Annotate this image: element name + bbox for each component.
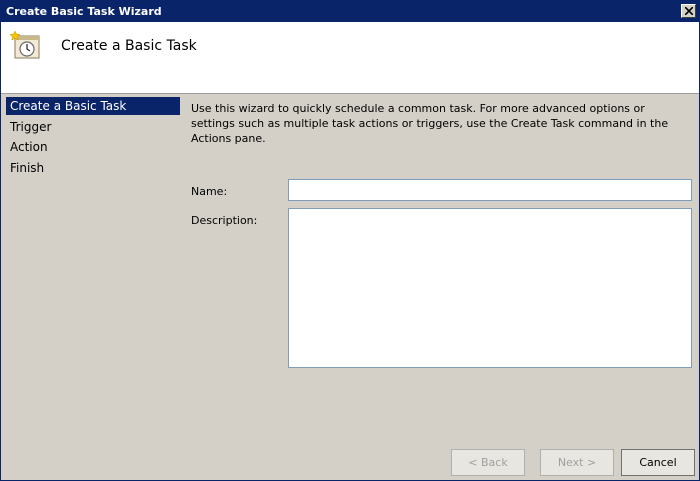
title-bar[interactable]: Create Basic Task Wizard <box>1 1 699 22</box>
back-button[interactable]: < Back <box>451 449 525 476</box>
step-finish[interactable]: Finish <box>6 159 180 177</box>
name-label: Name: <box>191 185 228 198</box>
wizard-window: Create Basic Task Wizard Create a Basic … <box>0 0 700 481</box>
page-title: Create a Basic Task <box>61 38 197 54</box>
description-input[interactable] <box>288 208 692 368</box>
next-button[interactable]: Next > <box>540 449 614 476</box>
name-input[interactable] <box>288 179 692 201</box>
wizard-header: Create a Basic Task <box>1 22 699 94</box>
step-trigger[interactable]: Trigger <box>6 118 180 136</box>
description-label: Description: <box>191 214 258 227</box>
wizard-steps: Create a Basic Task Trigger Action Finis… <box>1 94 181 479</box>
window-title: Create Basic Task Wizard <box>6 5 162 18</box>
close-icon <box>685 7 693 15</box>
cancel-button[interactable]: Cancel <box>621 449 695 476</box>
step-action[interactable]: Action <box>6 138 180 156</box>
close-button[interactable] <box>681 4 696 18</box>
task-scheduler-icon <box>10 30 40 59</box>
step-create-basic-task[interactable]: Create a Basic Task <box>6 97 180 115</box>
intro-text: Use this wizard to quickly schedule a co… <box>191 102 669 145</box>
